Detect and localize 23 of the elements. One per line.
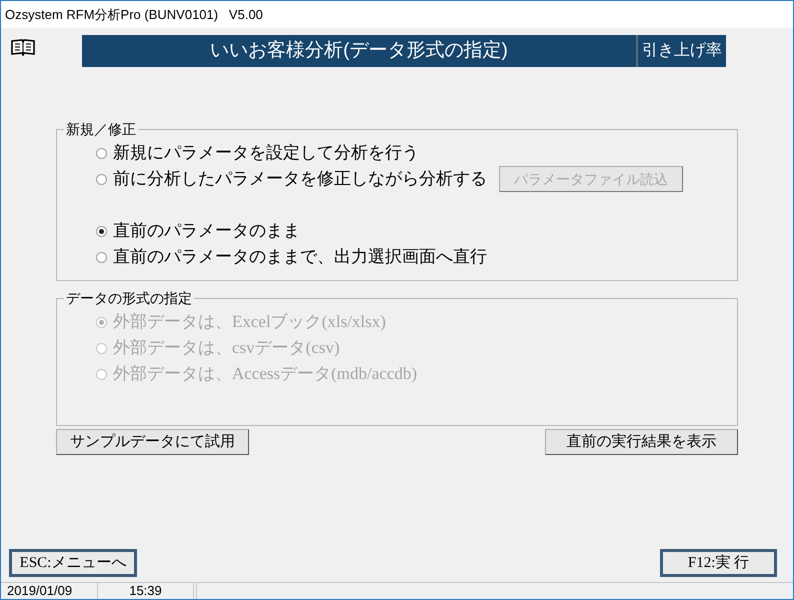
radio-label: 外部データは、csvデータ(csv) [113, 337, 340, 360]
sample-data-button[interactable]: サンプルデータにて試用 [56, 429, 249, 455]
radio-button[interactable] [96, 148, 107, 158]
radio-label: 新規にパラメータを設定して分析を行う [113, 142, 419, 164]
status-time: 15:39 [98, 583, 194, 599]
status-date: 2019/01/09 [1, 583, 98, 599]
header-title: いいお客様分析(データ形式の指定) [209, 38, 509, 63]
group-title: 新規／修正 [64, 120, 138, 138]
execute-button[interactable]: F12:実 行 [660, 549, 777, 577]
radio-label: 前に分析したパラメータを修正しながら分析する [113, 168, 487, 190]
book-icon [11, 38, 35, 56]
group-title: データの形式の指定 [64, 289, 194, 307]
radio-label: 直前のパラメータのままで、出力選択画面へ直行 [113, 246, 487, 268]
radio-label: 外部データは、Accessデータ(mdb/accdb) [113, 363, 418, 386]
radio-label: 直前のパラメータのまま [113, 220, 300, 242]
radio-button[interactable] [96, 226, 107, 236]
menu-button[interactable]: ESC:メニューへ [9, 549, 137, 577]
radio-button[interactable] [96, 174, 107, 184]
window-title: Ozsystem RFM分析Pro (BUNV0101) V5.00 [5, 6, 263, 24]
previous-result-button[interactable]: 直前の実行結果を表示 [545, 429, 738, 455]
radio-label: 外部データは、Excelブック(xls/xlsx) [113, 311, 386, 334]
radio-button[interactable] [96, 252, 107, 262]
header-tag: 引き上げ率 [636, 35, 726, 67]
